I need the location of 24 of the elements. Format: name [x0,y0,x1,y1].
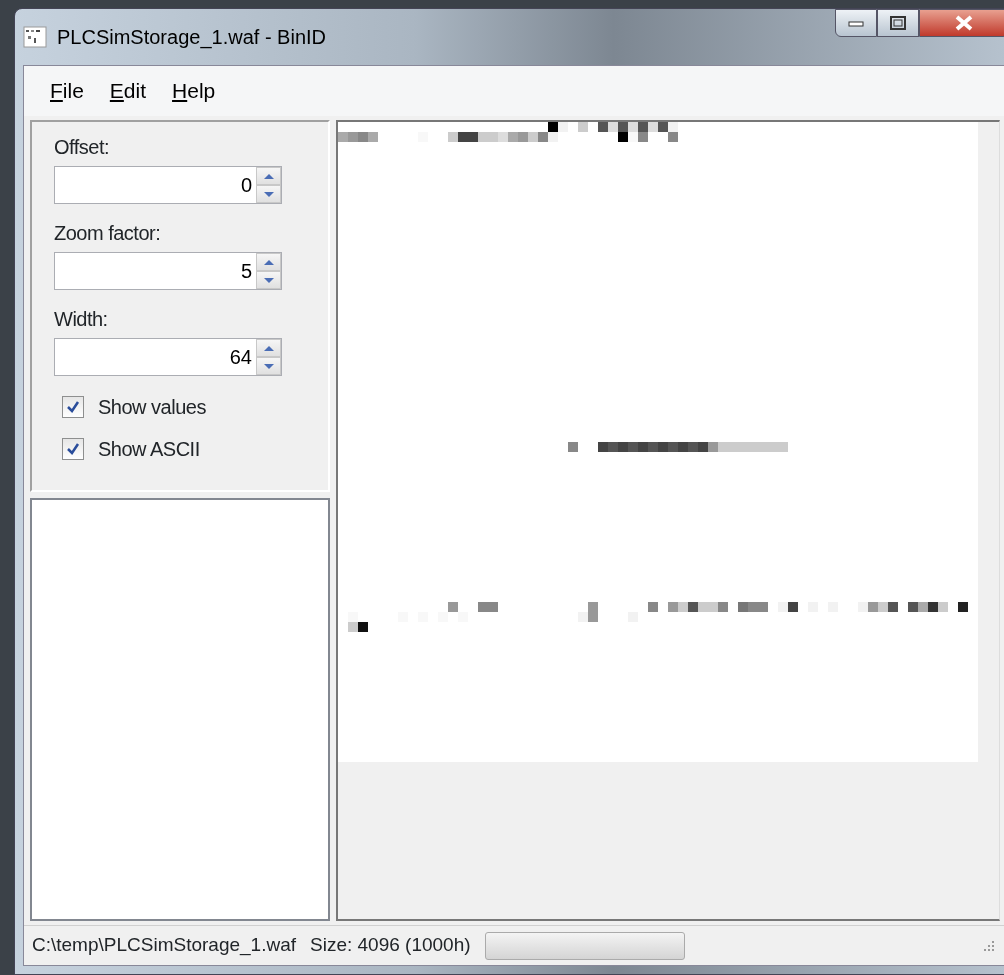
checkbox-label: Show ASCII [98,437,200,462]
menu-item[interactable]: Help [166,73,222,109]
checkbox[interactable] [62,438,84,460]
close-icon [954,15,974,31]
minimize-button[interactable] [835,9,877,37]
menu-item[interactable]: Edit [103,73,153,109]
maximize-button[interactable] [877,9,919,37]
check-icon [66,400,80,414]
file-path: C:\temp\PLCSimStorage_1.waf [32,933,296,958]
resize-grip-icon [982,938,996,953]
field-label: Zoom factor: [54,221,162,246]
checkbox[interactable] [62,396,84,418]
checkbox-label: Show values [98,395,206,420]
field-label: Offset: [54,135,111,160]
file-size: Size: 4096 (1000h) [310,933,471,958]
close-button[interactable] [919,9,1004,37]
menu-item[interactable]: File [44,73,90,109]
check-icon [66,442,80,456]
list-box[interactable] [30,498,330,921]
minimize-icon [848,19,864,27]
app-icon [23,26,47,48]
window-title: PLCSimStorage_1.waf - BinID [57,25,326,51]
field-label: Width: [54,307,109,332]
restore-icon [890,16,906,30]
